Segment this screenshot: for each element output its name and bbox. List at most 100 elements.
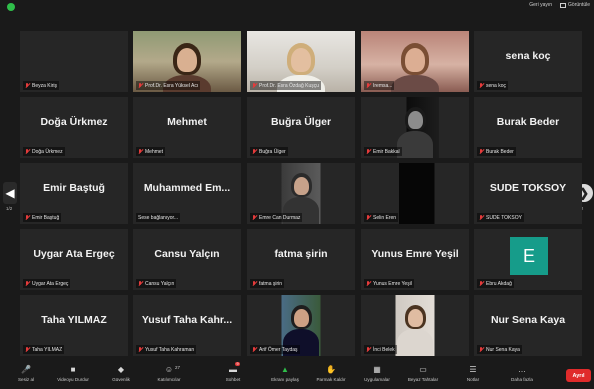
participant-tile[interactable]: Prof.Dr. Esra Yüksel Acı [133,31,241,92]
participant-tile[interactable]: E Ebru Akdağ [474,229,582,290]
participant-name-text: Emir Bakkal [373,148,400,155]
toolbar-label: Ekranı paylaş [271,377,299,382]
participant-avatar: E [510,237,548,275]
participant-tile[interactable]: SUDE TOKSOY SUDE TOKSOY [474,163,582,224]
toolbar-security-button[interactable]: ◆ Güvenlik [99,364,143,388]
mic-muted-icon [25,148,30,155]
participant-name-label: Taha YILMAZ [23,345,65,354]
view-button[interactable]: Görüntüle [560,2,590,8]
toolbar-video-button[interactable]: ■ Videoyu Durdur [51,364,95,388]
top-item-0-label: Geri yayın [529,2,553,8]
page-number-left: 1/2 [6,206,13,211]
participant-name-label: Emir Bakkal [364,147,402,156]
participant-tile[interactable]: Nur Sena Kaya Nur Sena Kaya [474,295,582,356]
participant-name-text: Emre Can Durmaz [259,214,301,221]
mic-muted-icon [252,280,257,287]
security-icon: ◆ [117,364,125,374]
participant-name-label: fatma şirin [250,279,285,288]
gallery-view-icon [560,2,567,8]
toolbar-microphone-button[interactable]: 🎤 Sesiz al [4,364,48,388]
toolbar-chat-button[interactable]: ▬ 9 Sohbet [211,362,255,388]
participant-name-label: Uygar Ata Ergeç [23,279,71,288]
previous-page-button[interactable]: ◀ [3,182,17,204]
participant-name-text: Mehmet [145,148,164,155]
participant-name-text: Buğra Ülger [259,148,286,155]
participant-tile[interactable]: İnci Belek [361,295,469,356]
toolbar-label: Parmak Kaldır [316,377,346,382]
participant-tile[interactable]: fatma şirin fatma şirin [247,229,355,290]
participant-tile[interactable]: Beyza Kiriş [20,31,128,92]
participant-figure [293,176,309,195]
participant-display-name: Mehmet [167,115,207,128]
participant-name-label: Selin Eren [364,213,399,222]
participant-figure [177,48,197,72]
toolbar-whiteboard-button[interactable]: ▭ Beyaz Tahtalar [401,364,445,388]
participant-name-label: Nur Sena Kaya [477,345,522,354]
mic-muted-icon [252,148,257,155]
participant-tile[interactable]: Uygar Ata Ergeç Uygar Ata Ergeç [20,229,128,290]
participant-name-text: Burak Beder [486,148,514,155]
mic-muted-icon [252,82,257,89]
participant-tile[interactable]: Emir Bakkal [361,97,469,158]
participant-tile[interactable]: Yunus Emre Yeşil Yunus Emre Yeşil [361,229,469,290]
mic-muted-icon [366,346,371,353]
participant-name-label: Mehmet [136,147,166,156]
participant-tile[interactable]: Taha YILMAZ Taha YILMAZ [20,295,128,356]
participant-tile[interactable]: Muhammed Em... Sese bağlanıyor... [133,163,241,224]
toolbar-notes-button[interactable]: ☰ Notlar [451,364,495,388]
encryption-shield-icon[interactable] [7,3,15,11]
mic-muted-icon [366,148,371,155]
participant-name-text: Doğa Ürkmez [32,148,63,155]
leave-button[interactable]: Ayrıl [566,369,591,382]
participant-tile[interactable]: Emir Baştuğ Emir Baştuğ [20,163,128,224]
participant-name-text: Yusuf Taha Kahraman [145,346,195,353]
toolbar-label: Beyaz Tahtalar [407,377,439,382]
toolbar-raise-hand-button[interactable]: ✋ Parmak Kaldır [309,364,353,388]
participant-name-text: Prof.Dr. Esra Yüksel Acı [145,82,199,89]
participant-name-label: Prof.Dr. Esra Yüksel Acı [136,81,201,90]
top-item-0[interactable]: Geri yayın [529,2,552,8]
participant-name-label: Sese bağlanıyor... [136,213,181,222]
participant-tile[interactable]: Cansu Yalçın Cansu Yalçın [133,229,241,290]
mic-muted-icon [25,82,30,89]
toolbar-more-button[interactable]: … Daha fazla [500,364,544,388]
participant-name-text: Ebru Akdağ [486,280,512,287]
participant-tile[interactable]: Arif Ömer Taydaş [247,295,355,356]
participants-icon: ☺ 27 [164,364,181,374]
participant-name-label: Ebru Akdağ [477,279,514,288]
participant-name-text: Emir Baştuğ [32,214,60,221]
participant-name-label: Emre Can Durmaz [250,213,303,222]
participant-name-label: Beyza Kiriş [23,81,60,90]
participant-name-text: Selin Eren [373,214,397,221]
participant-display-name: Emir Baştuğ [43,181,105,194]
toolbar-label: Sohbet [225,377,241,382]
participant-tile[interactable]: sena koç sena koç [474,31,582,92]
participant-name-text: Nur Sena Kaya [486,346,520,353]
toolbar-label: Sesiz al [17,377,35,382]
participant-name-text: Yunus Emre Yeşil [373,280,412,287]
participant-name-text: Uygar Ata Ergeç [32,280,69,287]
participant-display-name: Doğa Ürkmez [40,115,108,128]
participant-tile[interactable]: Burak Beder Burak Beder [474,97,582,158]
participant-name-label: Burak Beder [477,147,516,156]
notes-icon: ☰ [469,364,477,374]
toolbar-apps-button[interactable]: ▦ Uygulamalar [355,364,399,388]
participant-tile[interactable]: Emre Can Durmaz [247,163,355,224]
participant-tile[interactable]: Yusuf Taha Kahr... Yusuf Taha Kahraman [133,295,241,356]
participant-tile[interactable]: Prof.Dr. Esra Özdağ Kuşçu [247,31,355,92]
whiteboard-icon: ▭ [419,364,427,374]
participant-display-name: fatma şirin [274,247,328,260]
mic-muted-icon [25,346,30,353]
participant-tile[interactable]: Doğa Ürkmez Doğa Ürkmez [20,97,128,158]
participant-name-label: İnci Belek [364,345,397,354]
participant-tile[interactable]: Buğra Ülger Buğra Ülger [247,97,355,158]
participant-tile[interactable]: Iremsa... [361,31,469,92]
apps-icon: ▦ [373,364,381,374]
more-icon: … [518,364,526,374]
meeting-toolbar: 🎤 Sesiz al ■ Videoyu Durdur ◆ Güvenlik ☺ 27 Katı… [0,361,594,389]
participant-tile[interactable]: Mehmet Mehmet [133,97,241,158]
participant-tile[interactable]: Selin Eren [361,163,469,224]
toolbar-share-screen-button[interactable]: ▲ Ekranı paylaş [263,364,307,388]
toolbar-participants-button[interactable]: ☺ 27 Katılımcılar [147,364,191,388]
participant-figure [397,131,433,158]
